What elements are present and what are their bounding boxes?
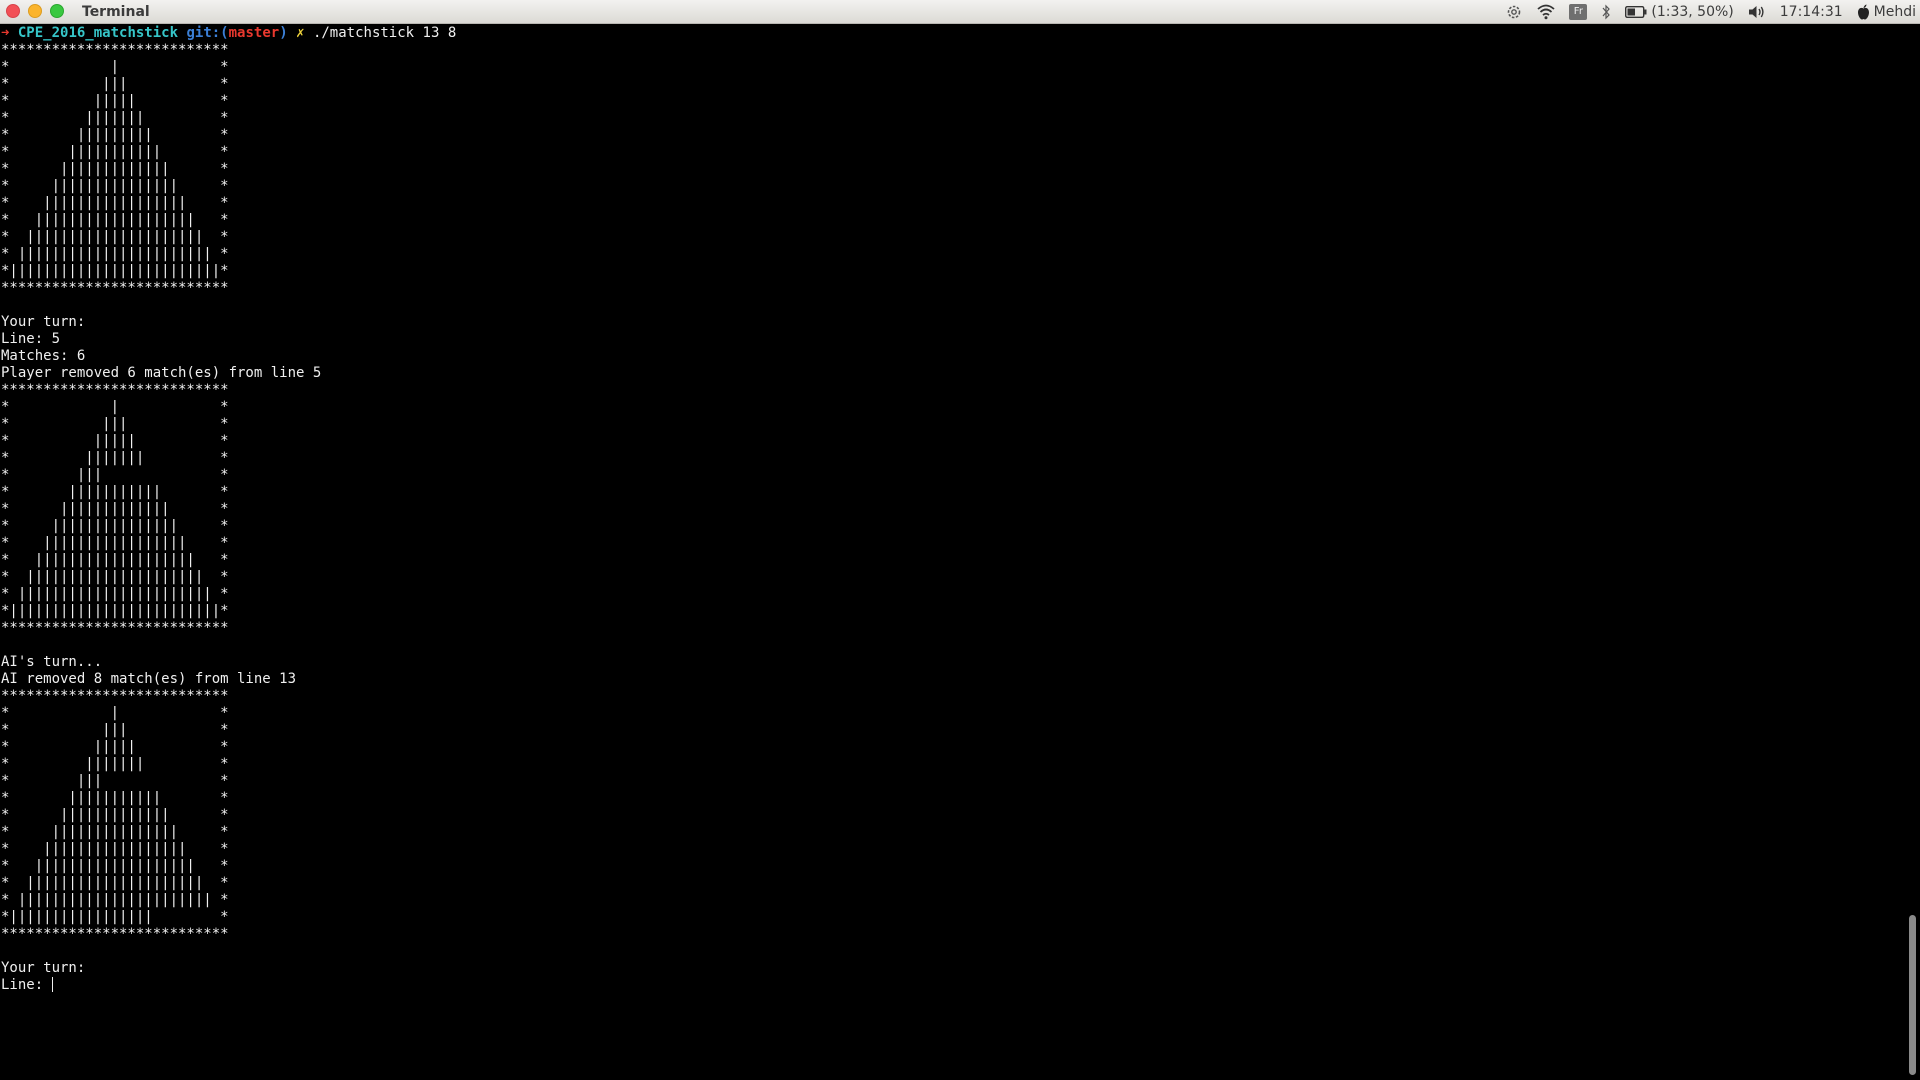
prompt-directory: CPE_2016_matchstick [17,25,179,41]
wifi-icon[interactable] [1537,2,1555,22]
terminal-view[interactable]: ➜ CPE_2016_matchstick git:(master) ✗ ./m… [0,25,1904,1080]
user-name: Mehdi [1873,4,1916,20]
speaker-icon[interactable] [1748,2,1766,22]
minimize-button[interactable] [28,4,42,18]
gear-icon[interactable] [1505,2,1523,22]
battery-indicator[interactable]: (1:33, 50%) [1625,2,1734,22]
window-title: Terminal [82,4,150,20]
terminal-output: *************************** * | * * ||| … [1,42,322,976]
battery-icon [1625,2,1647,22]
prompt-git-label: git:( [186,25,229,41]
battery-text: (1:33, 50%) [1651,4,1734,20]
close-button[interactable] [6,4,20,18]
prompt-command: ./matchstick 13 8 [312,25,457,41]
keyboard-layout-indicator[interactable]: Fr [1569,2,1588,22]
prompt-arrow: ➜ [1,25,10,41]
keyboard-layout-label: Fr [1569,4,1588,20]
terminal-scrollbar[interactable] [1904,25,1920,1080]
shell-prompt: ➜ CPE_2016_matchstick git:(master) ✗ ./m… [0,25,1904,42]
window-titlebar[interactable]: Terminal Fr (1:33, 50%) 17:14:31 Mehdi [0,0,1920,24]
window-controls [6,4,64,18]
apple-icon [1857,2,1870,22]
prompt-dirty-mark: ✗ [296,25,305,41]
bluetooth-icon[interactable] [1601,2,1611,22]
prompt-branch: master [228,25,280,41]
system-tray: Fr (1:33, 50%) 17:14:31 Mehdi [1505,0,1916,24]
terminal-input-line[interactable]: Line: [0,977,1904,994]
prompt-git-close: ) [279,25,288,41]
clock[interactable]: 17:14:31 [1780,4,1843,20]
maximize-button[interactable] [50,4,64,18]
input-label: Line: [1,977,52,993]
scrollbar-thumb[interactable] [1909,915,1916,1075]
text-cursor [51,977,53,992]
user-menu[interactable]: Mehdi [1857,2,1916,22]
